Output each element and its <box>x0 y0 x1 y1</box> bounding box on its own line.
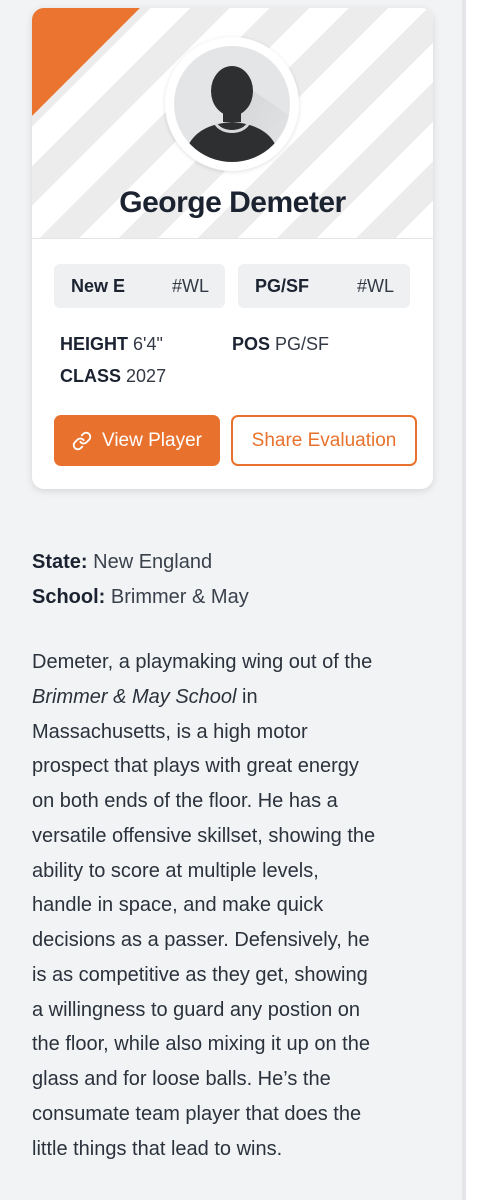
view-player-label: View Player <box>102 429 202 451</box>
bio-line: versatile offensive skillset, showing th… <box>32 824 376 847</box>
link-icon <box>72 431 92 451</box>
player-card: George Demeter New E #WL PG/SF #WL HEIGH… <box>32 8 433 489</box>
class-stat: CLASS 2027 <box>60 366 166 387</box>
team-chip-tag: #WL <box>171 275 209 296</box>
position-chip-tag: #WL <box>356 275 394 296</box>
bio-line: prospect that plays with great energy <box>32 755 359 778</box>
bio-line: ability to score at multiple levels, <box>32 859 319 882</box>
corner-ribbon <box>32 8 140 116</box>
person-silhouette-icon <box>174 46 290 162</box>
avatar <box>165 37 299 171</box>
card-header: George Demeter <box>32 8 433 239</box>
bio-line: on both ends of the floor. He has a <box>32 790 338 812</box>
bio-line: is as competitive as they get, showing <box>32 963 368 986</box>
school-label: School: <box>32 586 106 608</box>
state-value: New England <box>93 551 213 573</box>
scrollbar-track[interactable] <box>462 0 466 1200</box>
share-evaluation-button[interactable]: Share Evaluation <box>231 415 417 466</box>
bio-line: Demeter, a playmaking wing out of the <box>32 651 373 673</box>
bio-line: Massachusetts, is a high motor <box>32 720 308 743</box>
share-evaluation-label: Share Evaluation <box>251 429 397 451</box>
state-label: State: <box>32 551 88 573</box>
height-label: HEIGHT <box>60 334 129 354</box>
position-label: POS <box>232 334 271 354</box>
school-row: School: Brimmer & May <box>32 586 249 609</box>
height-value: 6'4" <box>133 334 163 354</box>
bio-line: the floor, while also mixing it up on th… <box>32 1033 370 1056</box>
bio-line: Brimmer & May School in <box>32 680 438 715</box>
bio-line: glass and for loose balls. He’s the <box>32 1068 331 1090</box>
class-label: CLASS <box>60 366 122 386</box>
class-value: 2027 <box>126 366 167 386</box>
bio-line: a willingness to guard any postion on <box>32 998 360 1021</box>
player-name: George Demeter <box>119 186 346 219</box>
bio-line: little things that lead to wins. <box>32 1137 283 1160</box>
position-value: PG/SF <box>275 334 330 354</box>
position-stat: POS PG/SF <box>232 334 329 355</box>
bio-line: decisions as a passer. Defensively, he <box>32 929 370 951</box>
position-chip-label: PG/SF <box>255 275 310 296</box>
bio-line: handle in space, and make quick <box>32 894 324 917</box>
team-chip-label: New E <box>71 275 126 296</box>
bio-school-name: Brimmer & May School <box>32 685 237 708</box>
view-player-button[interactable]: View Player <box>54 415 220 466</box>
position-chip[interactable]: PG/SF #WL <box>238 264 410 308</box>
team-chip[interactable]: New E #WL <box>54 264 225 308</box>
player-bio: Demeter, a playmaking wing out of the Br… <box>32 645 438 1166</box>
bio-line: consumate team player that does the <box>32 1102 362 1125</box>
school-value: Brimmer & May <box>110 586 249 608</box>
bio-text: in <box>236 685 258 708</box>
state-row: State: New England <box>32 551 212 574</box>
height-stat: HEIGHT 6'4" <box>60 334 163 355</box>
